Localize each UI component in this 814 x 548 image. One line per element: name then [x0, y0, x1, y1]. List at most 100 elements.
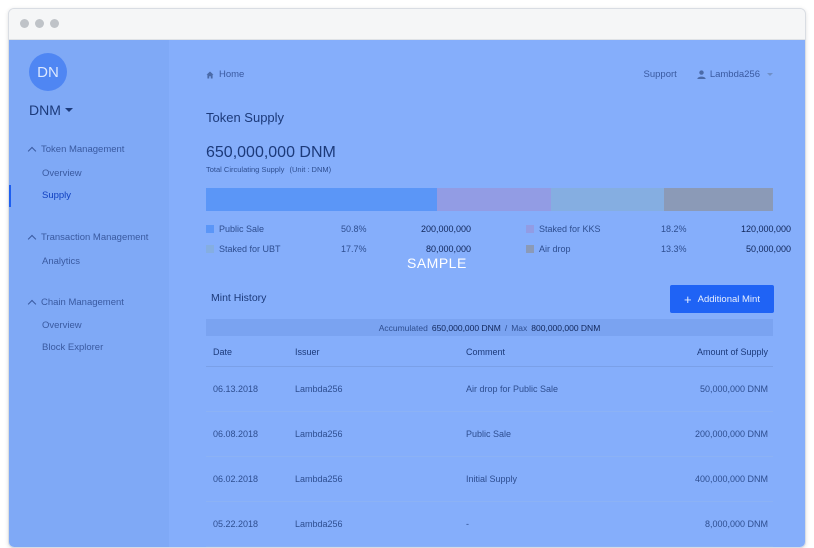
mint-history-table: Date Issuer Comment Amount of Supply 06.…	[206, 338, 773, 547]
total-supply-label: Total Circulating Supply	[206, 165, 285, 174]
cell-date: 05.22.2018	[213, 519, 259, 529]
avatar[interactable]: DN	[29, 53, 67, 91]
sidebar-item-supply[interactable]: Supply	[42, 190, 71, 201]
chevron-up-icon	[27, 234, 37, 244]
legend-label: Staked for KKS	[539, 224, 601, 234]
window-titlebar	[9, 9, 805, 40]
account-switcher[interactable]: DNM	[29, 102, 73, 118]
user-name: Lambda256	[709, 69, 760, 80]
cell-comment: Air drop for Public Sale	[466, 384, 559, 394]
table-row[interactable]: 06.02.2018 Lambda256 Initial Supply 400,000…	[206, 457, 773, 502]
account-name: DNM	[29, 102, 61, 118]
cell-date: 06.02.2018	[213, 474, 259, 484]
distribution-segment	[437, 188, 551, 211]
sidebar: DN DNM Token Management Overview Supply …	[9, 40, 169, 547]
sidebar-item-block-explorer[interactable]: Block Explorer	[42, 342, 103, 353]
column-header-comment[interactable]: Comment	[466, 347, 666, 357]
legend-swatch	[526, 245, 534, 253]
app: DN DNM Token Management Overview Supply …	[9, 40, 805, 547]
nav-section-chain-management[interactable]: Chain Management	[27, 297, 124, 309]
window-dot-icon	[20, 19, 29, 28]
legend-amount: 120,000,000	[740, 224, 791, 234]
window-dot-icon	[50, 19, 59, 28]
table-row[interactable]: 06.13.2018 Lambda256 Air drop for Public S…	[206, 367, 773, 412]
legend-percent: 17.7%	[341, 244, 367, 254]
cell-comment: Public Sale	[466, 429, 512, 439]
breadcrumb-home[interactable]: Home	[219, 69, 244, 80]
table-row[interactable]: 05.22.2018 Lambda256 - 8,000,000 DNM	[206, 502, 773, 547]
legend-amount: 200,000,000	[420, 224, 471, 234]
accumulated-label: Accumulated	[378, 322, 428, 333]
cell-issuer: Lambda256	[295, 429, 343, 439]
header-actions: Support Lambda256	[644, 69, 773, 80]
chevron-down-icon	[767, 73, 773, 76]
plus-icon: +	[684, 291, 692, 307]
page-title: Token Supply	[206, 110, 285, 125]
chevron-up-icon	[27, 146, 37, 156]
distribution-segment	[206, 188, 438, 211]
browser-window: DN DNM Token Management Overview Supply …	[8, 8, 806, 548]
nav-section-token-management[interactable]: Token Management	[27, 144, 125, 156]
cell-date: 06.13.2018	[213, 384, 259, 394]
separator: /	[504, 322, 508, 333]
main-content: Home Support Lambda256 Token Supply 650,…	[169, 40, 805, 547]
accumulated-summary: Accumulated 650,000,000 DNM / Max 800,00…	[206, 319, 773, 336]
column-header-issuer[interactable]: Issuer	[295, 347, 466, 357]
legend-percent: 50.8%	[341, 224, 367, 234]
legend-percent: 18.2%	[661, 224, 687, 234]
total-supply-caption: Total Circulating Supply (Unit : DNM)	[206, 165, 331, 174]
total-supply-value: 650,000,000 DNM	[206, 144, 336, 161]
additional-mint-button[interactable]: + Additional Mint	[670, 285, 774, 313]
additional-mint-label: Additional Mint	[697, 293, 760, 305]
legend-swatch	[206, 245, 214, 253]
column-header-amount[interactable]: Amount of Supply	[666, 347, 773, 357]
user-menu[interactable]: Lambda256	[697, 69, 773, 80]
sidebar-item-overview[interactable]: Overview	[42, 168, 82, 179]
cell-amount: 8,000,000 DNM	[704, 519, 768, 529]
nav-section-label: Token Management	[41, 144, 125, 155]
breadcrumb[interactable]: Home	[206, 69, 244, 80]
cell-amount: 200,000,000 DNM	[694, 429, 768, 439]
legend-amount: 80,000,000	[425, 244, 471, 254]
nav-section-label: Chain Management	[41, 297, 124, 308]
cell-comment: -	[466, 519, 469, 529]
sample-watermark: SAMPLE	[407, 255, 467, 271]
max-label: Max	[511, 322, 528, 333]
cell-issuer: Lambda256	[295, 474, 343, 484]
chevron-up-icon	[27, 299, 37, 309]
sidebar-item-analytics[interactable]: Analytics	[42, 256, 80, 267]
cell-date: 06.08.2018	[213, 429, 259, 439]
legend-swatch	[526, 225, 534, 233]
column-header-date[interactable]: Date	[206, 347, 295, 357]
caret-down-icon	[64, 108, 73, 112]
window-dot-icon	[35, 19, 44, 28]
table-header: Date Issuer Comment Amount of Supply	[206, 338, 773, 367]
legend-percent: 13.3%	[661, 244, 687, 254]
cell-comment: Initial Supply	[466, 474, 518, 484]
legend-label: Staked for UBT	[219, 244, 281, 254]
max-value: 800,000,000 DNM	[531, 322, 601, 333]
nav-section-transaction-management[interactable]: Transaction Management	[27, 232, 149, 244]
distribution-segment	[550, 188, 665, 211]
legend-amount: 50,000,000	[745, 244, 791, 254]
nav-section-label: Transaction Management	[41, 232, 149, 243]
mint-history-title: Mint History	[211, 292, 267, 304]
distribution-segment	[664, 188, 773, 211]
legend-item: Staked for UBT 17.7% 80,000,000	[206, 243, 471, 255]
legend-label: Public Sale	[219, 224, 265, 234]
user-icon	[697, 70, 706, 79]
legend-item: Air drop 13.3% 50,000,000	[526, 243, 791, 255]
active-indicator	[9, 185, 11, 207]
legend-swatch	[206, 225, 214, 233]
support-link[interactable]: Support	[644, 69, 677, 80]
table-row[interactable]: 06.08.2018 Lambda256 Public Sale 200,000,00…	[206, 412, 773, 457]
table-body: 06.13.2018 Lambda256 Air drop for Public S…	[206, 367, 773, 547]
cell-amount: 400,000,000 DNM	[694, 474, 768, 484]
sidebar-item-overview[interactable]: Overview	[42, 320, 82, 331]
legend-item: Public Sale 50.8% 200,000,000	[206, 223, 471, 235]
distribution-bar	[206, 188, 773, 211]
home-icon	[206, 71, 214, 79]
cell-issuer: Lambda256	[295, 384, 343, 394]
cell-issuer: Lambda256	[295, 519, 343, 529]
legend-item: Staked for KKS 18.2% 120,000,000	[526, 223, 791, 235]
